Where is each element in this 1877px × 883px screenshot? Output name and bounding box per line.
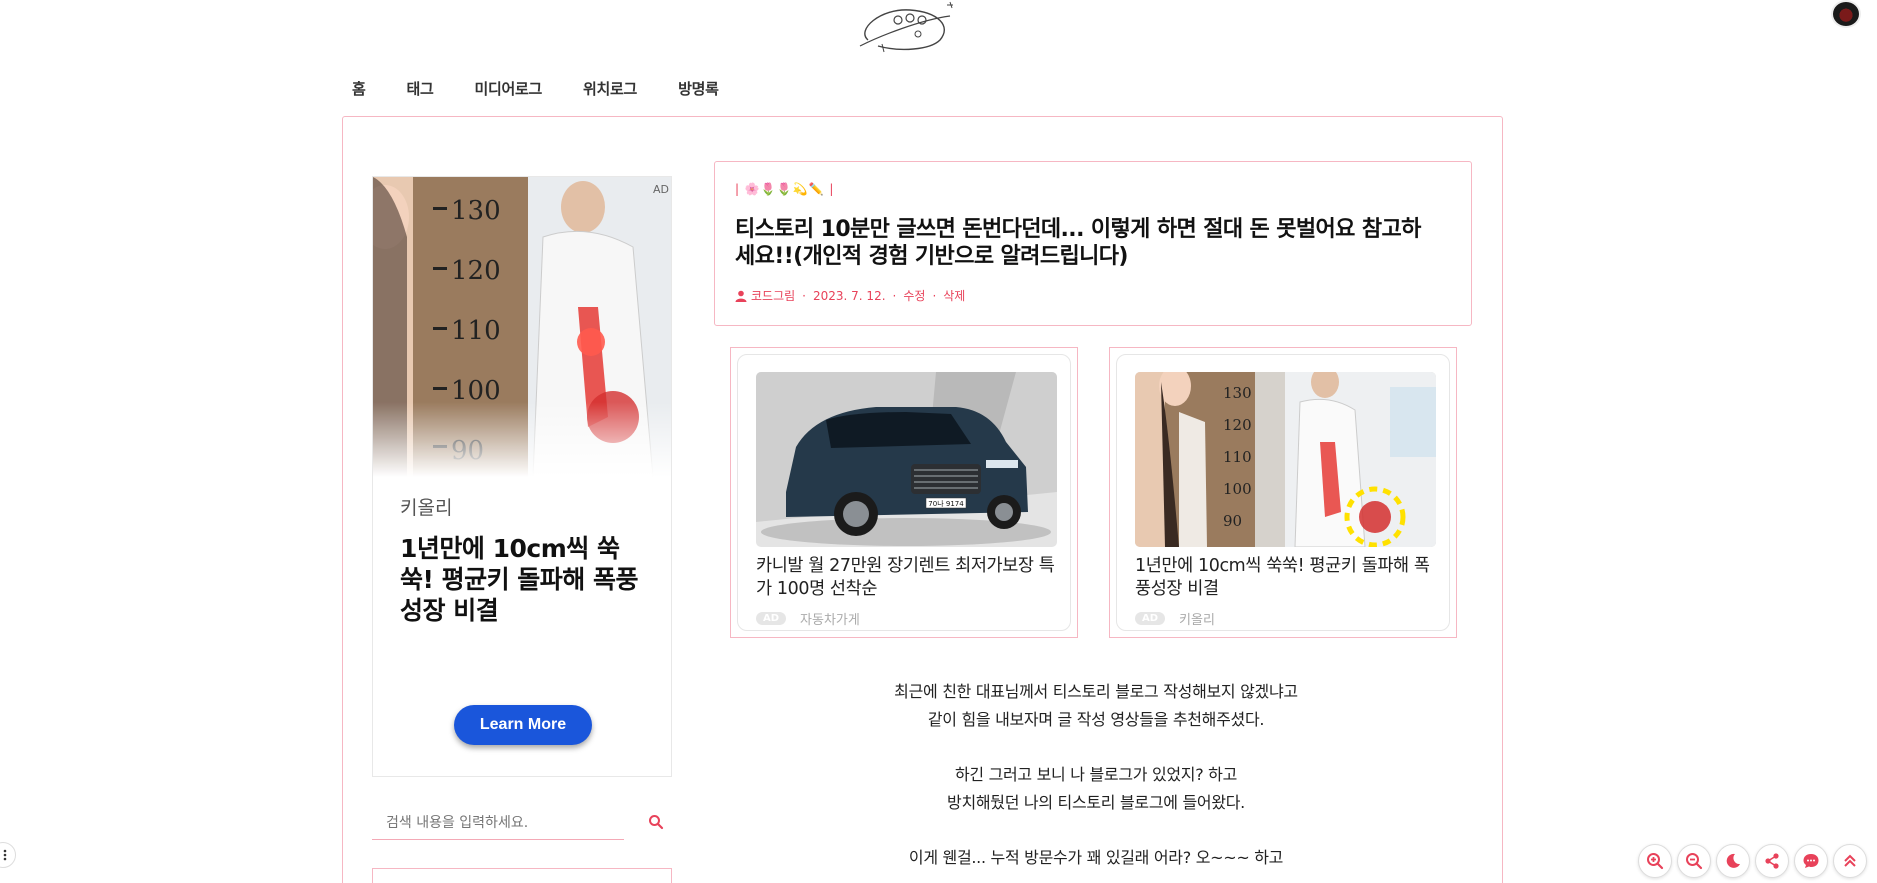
scroll-top-button[interactable] — [1833, 844, 1867, 878]
share-button[interactable] — [1755, 844, 1789, 878]
post-meta: 코드그림 · 2023. 7. 12. · 수정 · 삭제 — [735, 287, 965, 304]
main-nav: 홈 태그 미디어로그 위치로그 방명록 — [352, 78, 760, 99]
related-ad-card[interactable]: 130 120 110 100 90 1년만에 10cm씩 쑥쑥! 평균키 돌파… — [1109, 347, 1457, 638]
body-paragraph: 하긴 그러고 보니 나 블로그가 있었지? 하고 방치해뒀던 나의 티스토리 블… — [730, 761, 1462, 817]
related-ad-inner: 130 120 110 100 90 1년만에 10cm씩 쑥쑥! 평균키 돌파… — [1116, 354, 1450, 631]
zoom-in-icon — [1647, 853, 1664, 870]
ad-image[interactable]: 130 120 110 100 90 — [1135, 372, 1436, 547]
height-mark: 130 — [1223, 384, 1252, 402]
body-line: 이게 웬걸... 누적 방문수가 꽤 있길래 어라? 오~~~ 하고 — [908, 848, 1284, 867]
car-image[interactable]: 70나 9174 — [756, 372, 1057, 547]
height-mark: 110 — [1223, 448, 1252, 466]
nav-item-locationlog[interactable]: 위치로그 — [583, 78, 637, 99]
scroll-top-icon — [1844, 854, 1856, 867]
nav-item-guestbook[interactable]: 방명록 — [678, 78, 719, 99]
post-author[interactable]: 코드그림 — [751, 287, 795, 304]
sidebar-widget — [372, 868, 672, 883]
post-date: 2023. 7. 12. — [813, 288, 886, 303]
edit-link[interactable]: 수정 — [903, 287, 925, 304]
floating-toolbar — [1638, 844, 1867, 878]
learn-more-button[interactable]: Learn More — [454, 705, 592, 745]
body-line: 방치해뒀던 나의 티스토리 블로그에 들어왔다. — [947, 793, 1245, 812]
height-mark: 120 — [1223, 416, 1252, 434]
comment-button[interactable] — [1794, 844, 1828, 878]
post-title: 티스토리 10분만 글쓰면 돈번다던데... 이렇게 하면 절대 돈 못벌어요 … — [735, 217, 1421, 269]
related-ad-footer: AD 키올리 — [1135, 609, 1215, 628]
share-icon — [1765, 853, 1779, 869]
blog-logo[interactable] — [850, 0, 958, 58]
sidebar-ad[interactable]: 130 120 110 100 90 AD 키올리 1년만에 10cm씩 쑥쑥!… — [372, 176, 672, 777]
height-mark: 100 — [1223, 480, 1252, 498]
ad-badge: AD — [1135, 612, 1166, 625]
meta-separator: · — [932, 288, 937, 303]
user-icon — [735, 290, 747, 302]
height-mark: 90 — [1223, 512, 1242, 530]
post-body: 최근에 친한 대표님께서 티스토리 블로그 작성해보지 않겠냐고 같이 힘을 내… — [730, 678, 1462, 883]
search-input[interactable] — [372, 806, 624, 840]
dots-icon — [3, 849, 7, 861]
delete-link[interactable]: 삭제 — [943, 287, 965, 304]
body-line: 하긴 그러고 보니 나 블로그가 있었지? 하고 — [954, 765, 1238, 784]
nav-item-medialog[interactable]: 미디어로그 — [475, 78, 543, 99]
body-line: 최근에 친한 대표님께서 티스토리 블로그 작성해보지 않겠냐고 — [894, 682, 1298, 701]
post-header: | 🌸🌷🌷💫✏️ | 티스토리 10분만 글쓰면 돈번다던데... 이렇게 하면… — [714, 161, 1472, 326]
body-paragraph: 이게 웬걸... 누적 방문수가 꽤 있길래 어라? 오~~~ 하고 — [730, 844, 1462, 872]
ad-brand: 키올리 — [400, 497, 453, 519]
ad-headline[interactable]: 1년만에 10cm씩 쑥쑥! 평균키 돌파해 폭풍성장 비결 — [400, 533, 650, 626]
advertiser-name: 자동차가게 — [800, 613, 860, 628]
ad-badge: AD — [756, 612, 787, 625]
dark-mode-icon — [1726, 853, 1740, 868]
post-category[interactable]: | 🌸🌷🌷💫✏️ | — [735, 182, 834, 196]
ad-tag: AD — [653, 183, 669, 196]
zoom-in-button[interactable] — [1638, 844, 1672, 878]
zoom-out-button[interactable] — [1677, 844, 1711, 878]
ad-image[interactable]: 130 120 110 100 90 AD — [373, 177, 671, 477]
license-plate: 70나 9174 — [928, 499, 964, 508]
dark-mode-button[interactable] — [1716, 844, 1750, 878]
search-icon[interactable] — [648, 814, 664, 830]
meta-separator: · — [892, 288, 897, 303]
advertiser-name: 키올리 — [1179, 613, 1215, 628]
nav-item-tag[interactable]: 태그 — [407, 78, 434, 99]
body-line: 같이 힘을 내보자며 글 작성 영상들을 추천해주셨다. — [927, 710, 1265, 729]
menu-handle[interactable] — [0, 842, 16, 868]
comment-icon — [1803, 854, 1819, 868]
meta-separator: · — [802, 288, 806, 303]
related-ad-card[interactable]: 70나 9174 카니발 월 27만원 장기렌트 최저가보장 특가 100명 선… — [730, 347, 1078, 638]
related-ad-title[interactable]: 카니발 월 27만원 장기렌트 최저가보장 특가 100명 선착순 — [756, 555, 1061, 601]
related-ad-inner: 70나 9174 카니발 월 27만원 장기렌트 최저가보장 특가 100명 선… — [737, 354, 1071, 631]
related-ad-footer: AD 자동차가게 — [756, 609, 860, 628]
related-ad-title[interactable]: 1년만에 10cm씩 쑥쑥! 평균키 돌파해 폭풍성장 비결 — [1135, 555, 1440, 601]
profile-avatar[interactable] — [1831, 0, 1861, 28]
body-paragraph: 최근에 친한 대표님께서 티스토리 블로그 작성해보지 않겠냐고 같이 힘을 내… — [730, 678, 1462, 734]
zoom-out-icon — [1686, 853, 1703, 870]
nav-item-home[interactable]: 홈 — [352, 78, 366, 99]
